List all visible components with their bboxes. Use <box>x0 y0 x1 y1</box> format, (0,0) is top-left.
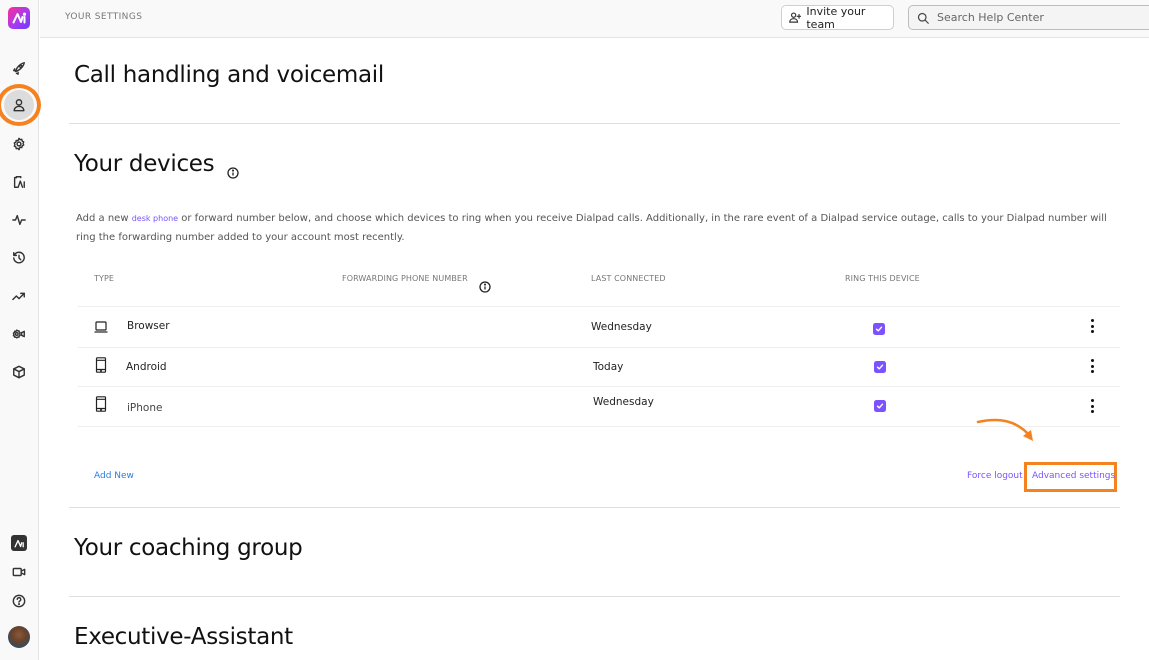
breadcrumb: YOUR SETTINGS <box>65 12 143 22</box>
last-connected: Wednesday <box>593 396 654 408</box>
device-type: Browser <box>127 320 170 332</box>
invite-team-label: Invite your team <box>806 4 866 31</box>
row-divider <box>78 426 1120 427</box>
executive-assistant-heading: Executive-Assistant <box>74 624 293 650</box>
last-connected: Wednesday <box>591 321 652 333</box>
annotation-arrow <box>976 418 1033 441</box>
mobile-phone-icon <box>94 396 108 412</box>
ring-device-checkbox[interactable] <box>874 361 886 373</box>
desc-suffix: or forward number below, and choose whic… <box>76 213 1107 243</box>
column-header-ring: RING THIS DEVICE <box>845 274 920 283</box>
help-icon[interactable] <box>7 589 31 613</box>
trending-up-icon[interactable] <box>7 284 31 308</box>
row-divider <box>78 306 1120 307</box>
top-bar: YOUR SETTINGS Invite your team <box>40 0 1149 38</box>
clipboard-ai-icon[interactable] <box>7 170 31 194</box>
forwarding-info-icon[interactable] <box>479 278 491 293</box>
rocket-icon[interactable] <box>7 56 31 80</box>
mobile-phone-icon <box>94 357 108 373</box>
video-icon[interactable] <box>7 560 31 584</box>
desc-prefix: Add a new <box>76 213 132 224</box>
last-connected: Today <box>593 361 624 373</box>
avatar[interactable] <box>8 626 30 648</box>
user-icon[interactable] <box>7 93 31 117</box>
pulse-icon[interactable] <box>7 208 31 232</box>
section-divider <box>69 507 1120 508</box>
device-type: Android <box>126 361 167 373</box>
gear-icon[interactable] <box>7 132 31 156</box>
column-header-type: TYPE <box>94 274 115 283</box>
section-divider <box>69 596 1120 597</box>
your-devices-heading: Your devices <box>74 151 240 179</box>
add-new-link[interactable]: Add New <box>94 471 134 481</box>
info-icon[interactable] <box>227 159 240 179</box>
desk-phone-link[interactable]: desk phone <box>132 214 178 223</box>
force-logout-link[interactable]: Force logout <box>967 471 1023 481</box>
sidebar <box>0 0 41 660</box>
cube-icon[interactable] <box>7 360 31 384</box>
row-menu-button[interactable] <box>1086 398 1098 414</box>
ring-device-checkbox[interactable] <box>873 323 885 335</box>
column-header-forwarding: FORWARDING PHONE NUMBER <box>342 274 468 283</box>
search-icon <box>917 12 929 24</box>
add-user-icon <box>789 12 802 23</box>
dialpad-logo-icon[interactable] <box>8 7 30 29</box>
row-divider <box>78 386 1120 387</box>
row-menu-button[interactable] <box>1086 318 1098 334</box>
call-handling-heading: Call handling and voicemail <box>74 62 384 88</box>
search-input[interactable] <box>937 11 1137 24</box>
invite-team-button[interactable]: Invite your team <box>781 4 894 31</box>
advanced-settings-link[interactable]: Advanced settings <box>1032 471 1115 481</box>
dialpad-app-icon[interactable] <box>11 535 27 551</box>
section-divider <box>69 123 1120 124</box>
coaching-group-heading: Your coaching group <box>74 535 303 561</box>
devices-description: Add a new desk phone or forward number b… <box>76 209 1126 247</box>
history-icon[interactable] <box>7 246 31 270</box>
laptop-icon <box>94 319 108 335</box>
row-menu-button[interactable] <box>1086 358 1098 374</box>
column-header-last-connected: LAST CONNECTED <box>591 274 666 283</box>
search-help-center[interactable] <box>908 5 1149 30</box>
ring-device-checkbox[interactable] <box>874 400 886 412</box>
device-type: iPhone <box>127 402 163 414</box>
camera-settings-icon[interactable] <box>7 322 31 346</box>
your-devices-title: Your devices <box>74 151 215 177</box>
row-divider <box>78 347 1120 348</box>
